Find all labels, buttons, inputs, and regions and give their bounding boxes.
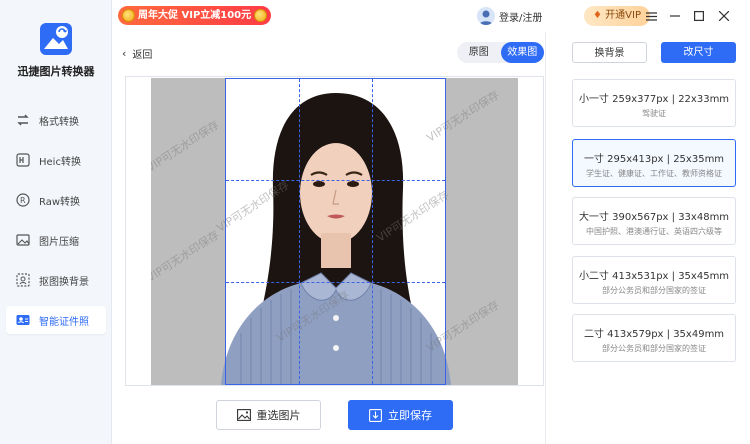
sidebar-item-label: Heic转换 [39,156,81,168]
minimize-icon[interactable] [666,7,684,25]
promo-text: 周年大促 VIP立减100元 [138,10,252,21]
crop-grid-line [226,282,445,283]
sidebar-nav: 格式转换 Heic转换 R Raw转换 图片压缩 抠图换背景 智能证件照 [0,106,112,346]
size-option-2inch[interactable]: 二寸 413x579px | 35x49mm 部分公务员和部分国家的签证 [572,314,736,362]
preview-canvas: VIP可无水印保存 VIP可无水印保存 VIP可无水印保存 VIP可无水印保存 … [125,76,544,386]
back-text: 返回 [132,50,153,61]
login-text: 登录/注册 [499,12,543,24]
size-option-desc: 部分公务员和部分国家的签证 [602,344,706,353]
sidebar-item-raw[interactable]: R Raw转换 [6,186,106,214]
diamond-icon: ♦ [593,10,602,21]
image-compress-icon [16,234,30,246]
size-option-desc: 驾驶证 [642,109,666,118]
promo-banner[interactable]: 周年大促 VIP立减100元 [118,6,272,25]
maximize-icon[interactable] [690,7,708,25]
sidebar-item-label: 抠图换背景 [39,276,89,288]
change-background-button[interactable]: 换背景 [572,42,647,63]
sidebar-item-label: 格式转换 [39,116,79,128]
coin-icon [122,9,135,22]
coin-icon [254,9,268,22]
size-option-title: 一寸 295x413px | 25x35mm [583,154,725,165]
app-logo-icon [39,22,73,56]
menu-icon[interactable] [642,7,660,25]
sidebar-item-compress[interactable]: 图片压缩 [6,226,106,254]
cutout-icon [16,273,30,287]
back-button[interactable]: ‹ 返回 [122,46,152,61]
chevron-left-icon: ‹ [122,47,127,60]
size-option-title: 大一寸 390x567px | 33x48mm [578,212,730,223]
sidebar-item-cutout[interactable]: 抠图换背景 [6,266,106,294]
save-button[interactable]: 立即保存 [348,400,453,430]
tab-effect[interactable]: 效果图 [500,42,544,63]
main-panel: ‹ 返回 原图 效果图 VIP可无水印保存 VIP可无水印保存 VIP可无水印保… [112,32,545,444]
crop-grid-line [299,79,300,384]
vip-button[interactable]: ♦ 开通VIP [584,6,650,26]
sidebar-item-label: 智能证件照 [39,316,89,328]
size-option-title: 小一寸 259x377px | 22x33mm [578,94,730,105]
title-bar: 周年大促 VIP立减100元 登录/注册 ♦ 开通VIP [112,0,750,32]
tab-original[interactable]: 原图 [457,42,501,63]
avatar-icon [477,7,495,25]
portrait-photo: VIP可无水印保存 VIP可无水印保存 VIP可无水印保存 VIP可无水印保存 … [151,78,518,385]
save-label: 立即保存 [388,409,432,422]
crop-grid-line [226,180,445,181]
view-toggle: 原图 效果图 [457,42,544,63]
crop-frame[interactable] [225,78,446,385]
change-size-button[interactable]: 改尺寸 [661,42,736,63]
id-photo-icon [16,315,30,325]
close-icon[interactable] [715,7,733,25]
size-option-large-1inch[interactable]: 大一寸 390x567px | 33x48mm 中国护照、港澳通行证、英语四六级… [572,197,736,245]
size-option-desc: 部分公务员和部分国家的签证 [602,286,706,295]
login-button[interactable]: 登录/注册 [477,6,542,26]
image-icon [236,409,251,421]
size-option-small-2inch[interactable]: 小二寸 413x531px | 35x45mm 部分公务员和部分国家的签证 [572,256,736,304]
sidebar: 迅捷图片转换器 格式转换 Heic转换 R Raw转换 图片压缩 抠图换背景 智… [0,0,112,444]
raw-icon: R [16,193,30,207]
format-convert-icon [17,114,29,126]
sidebar-item-label: 图片压缩 [39,236,79,248]
sidebar-item-label: Raw转换 [39,196,81,208]
size-panel: 换背景 改尺寸 小一寸 259x377px | 22x33mm 驾驶证 一寸 2… [545,32,750,444]
sidebar-item-heic[interactable]: Heic转换 [6,146,106,174]
sidebar-item-id-photo[interactable]: 智能证件照 [6,306,106,334]
reselect-label: 重选图片 [256,409,301,422]
svg-text:R: R [20,196,26,205]
vip-text: 开通VIP [605,10,641,21]
size-option-desc: 中国护照、港澳通行证、英语四六级等 [586,227,722,236]
heic-icon [16,153,30,167]
sidebar-item-format-convert[interactable]: 格式转换 [6,106,106,134]
size-option-desc: 学生证、健康证、工作证、教师资格证 [586,169,722,178]
app-name: 迅捷图片转换器 [17,65,95,78]
download-icon [369,408,382,422]
size-option-1inch[interactable]: 一寸 295x413px | 25x35mm 学生证、健康证、工作证、教师资格证 [572,139,736,187]
size-option-title: 二寸 413x579px | 35x49mm [583,329,725,340]
reselect-image-button[interactable]: 重选图片 [216,400,321,430]
size-option-title: 小二寸 413x531px | 35x45mm [578,271,730,282]
size-option-small-1inch[interactable]: 小一寸 259x377px | 22x33mm 驾驶证 [572,79,736,127]
